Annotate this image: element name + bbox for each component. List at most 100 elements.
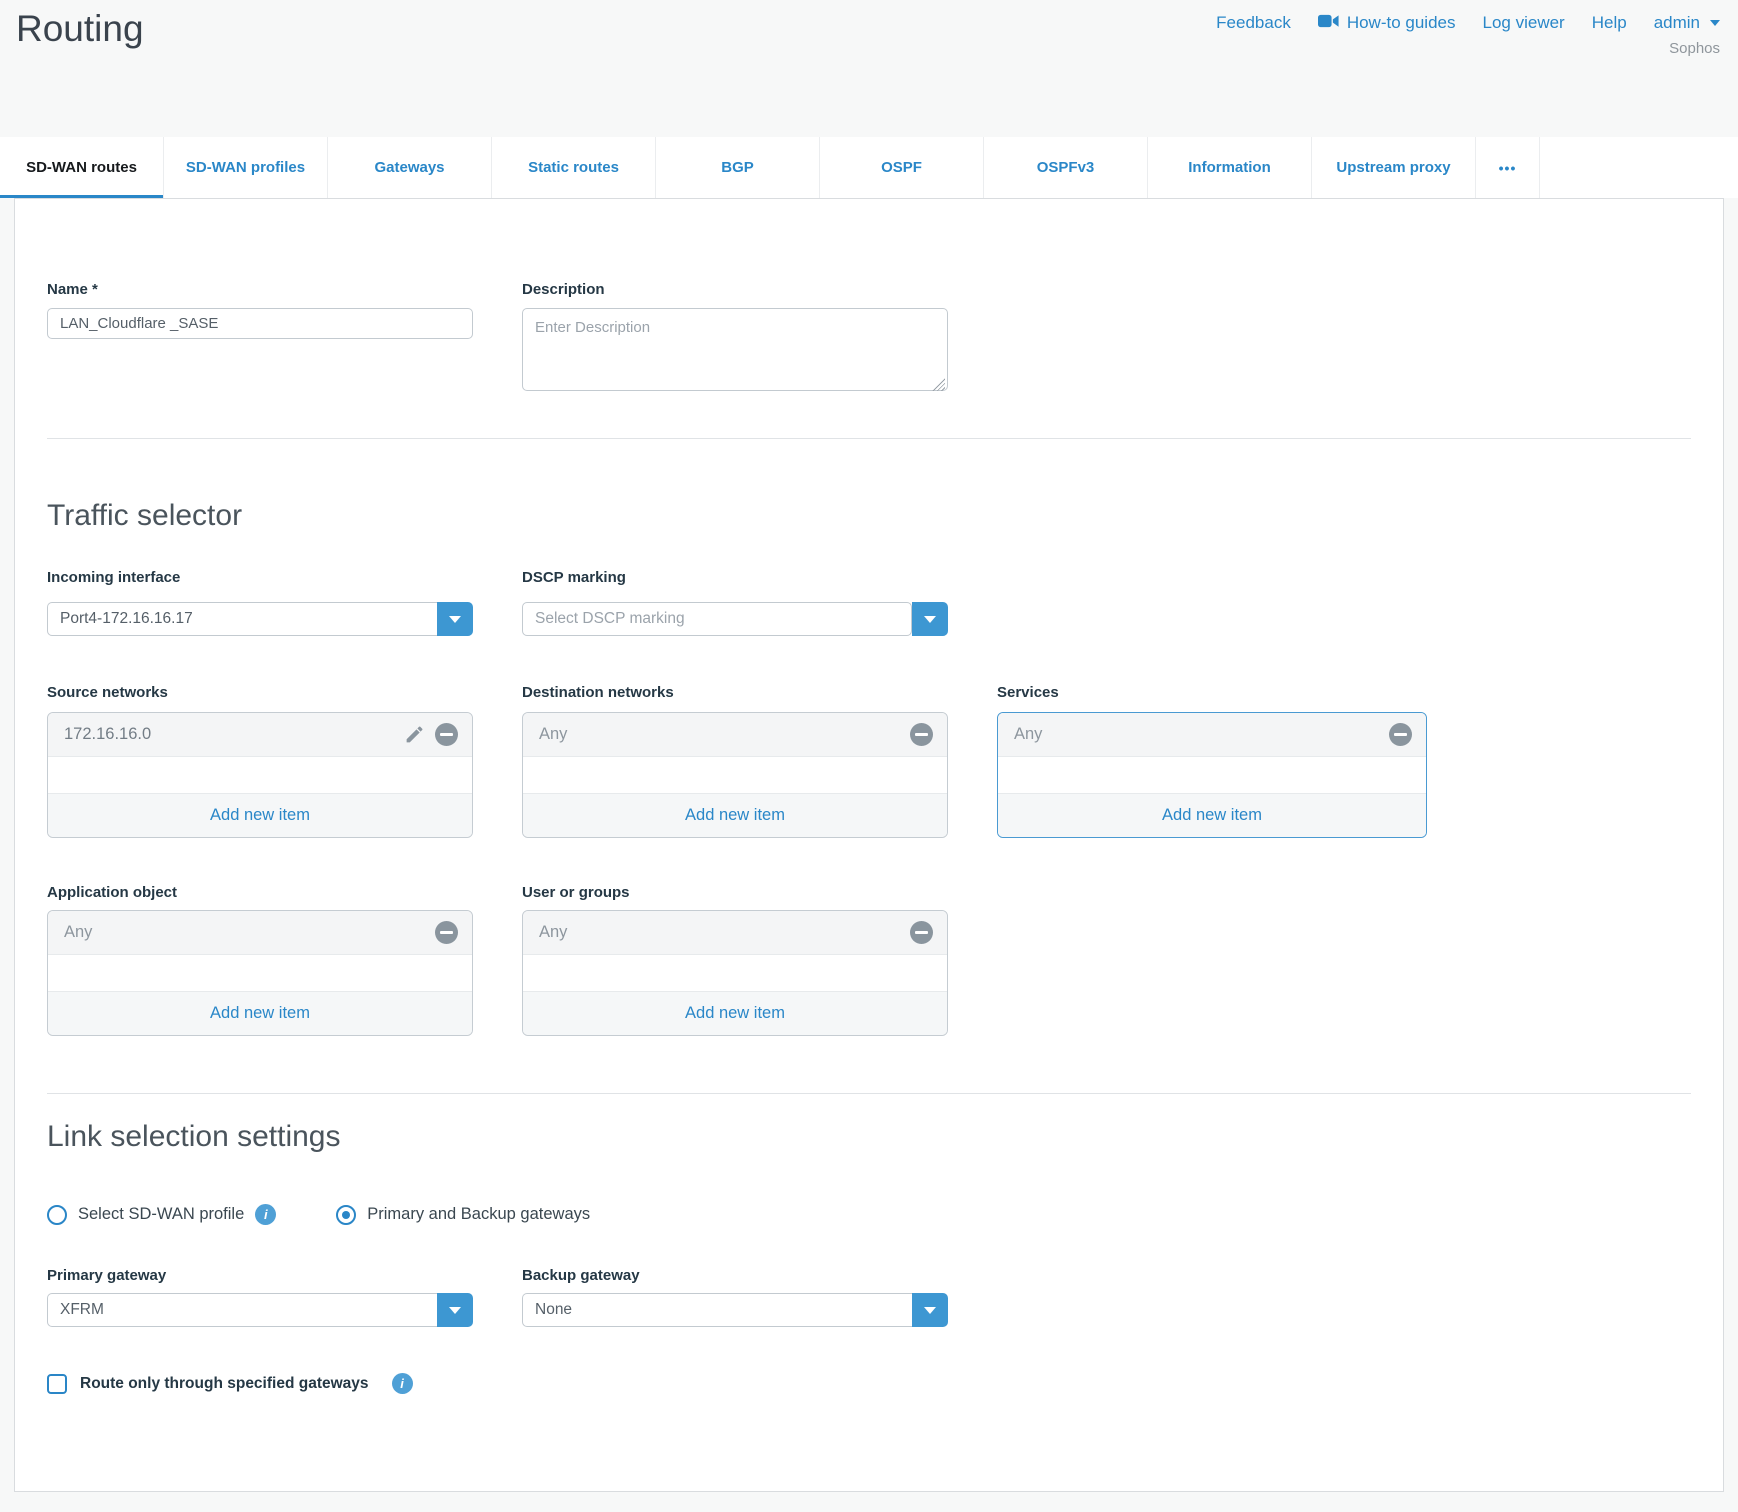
tab-overflow-button[interactable]: ••• [1476, 137, 1540, 198]
destination-networks-label: Destination networks [522, 684, 948, 701]
chevron-down-icon [449, 616, 461, 623]
radio-primary-backup-gateways[interactable]: Primary and Backup gateways [336, 1205, 590, 1225]
destination-network-item: Any [539, 725, 910, 744]
info-icon[interactable]: i [255, 1204, 276, 1225]
backup-gateway-label: Backup gateway [522, 1267, 948, 1284]
dscp-marking-select[interactable]: Select DSCP marking [522, 602, 948, 636]
remove-icon[interactable] [435, 921, 458, 944]
incoming-interface-dropdown-button[interactable] [437, 602, 473, 636]
tab-ospfv3[interactable]: OSPFv3 [984, 137, 1148, 198]
destination-networks-list: Any Add new item [522, 712, 948, 838]
feedback-link[interactable]: Feedback [1216, 13, 1291, 33]
source-networks-label: Source networks [47, 684, 473, 701]
backup-gateway-dropdown-button[interactable] [912, 1293, 948, 1327]
name-input[interactable] [47, 308, 473, 339]
incoming-interface-value: Port4-172.16.16.17 [47, 602, 437, 636]
tab-static-routes[interactable]: Static routes [492, 137, 656, 198]
route-only-label: Route only through specified gateways [80, 1375, 369, 1393]
chevron-down-icon [1710, 20, 1720, 26]
tab-information[interactable]: Information [1148, 137, 1312, 198]
primary-gateway-select[interactable]: XFRM [47, 1293, 473, 1327]
name-description-row: Name * Description [47, 281, 1691, 396]
description-textarea[interactable] [522, 308, 948, 391]
user-or-groups-item: Any [539, 923, 910, 942]
radio-label: Select SD-WAN profile [78, 1205, 244, 1224]
user-menu[interactable]: admin [1654, 13, 1720, 33]
primary-gateway-label: Primary gateway [47, 1267, 473, 1284]
section-divider [47, 438, 1691, 439]
chevron-down-icon [924, 616, 936, 623]
application-object-item: Any [64, 923, 435, 942]
info-icon[interactable]: i [392, 1373, 413, 1394]
list-item: Any [523, 713, 947, 757]
incoming-interface-select[interactable]: Port4-172.16.16.17 [47, 602, 473, 636]
chevron-down-icon [924, 1307, 936, 1314]
brand-label: Sophos [1669, 40, 1720, 57]
list-empty-area [48, 757, 472, 793]
destination-networks-add-button[interactable]: Add new item [523, 793, 947, 837]
tab-sdwan-profiles[interactable]: SD-WAN profiles [164, 137, 328, 198]
route-form-panel: Name * Description Traffic selector Inco… [14, 198, 1724, 1492]
description-field-group: Description [522, 281, 948, 396]
source-networks-list: 172.16.16.0 Add new item [47, 712, 473, 838]
tab-sdwan-routes[interactable]: SD-WAN routes [0, 137, 164, 198]
radio-button-icon[interactable] [336, 1205, 356, 1225]
name-label: Name * [47, 281, 473, 298]
radio-label: Primary and Backup gateways [367, 1205, 590, 1224]
radio-button-icon[interactable] [47, 1205, 67, 1225]
list-empty-area [998, 757, 1426, 793]
dscp-marking-dropdown-button[interactable] [912, 602, 948, 636]
remove-icon[interactable] [910, 723, 933, 746]
list-empty-area [523, 757, 947, 793]
services-label: Services [997, 684, 1427, 701]
tab-gateways[interactable]: Gateways [328, 137, 492, 198]
video-camera-icon [1318, 13, 1339, 33]
services-add-button[interactable]: Add new item [998, 793, 1426, 837]
list-item: Any [48, 911, 472, 955]
description-label: Description [522, 281, 948, 298]
tab-bgp[interactable]: BGP [656, 137, 820, 198]
primary-gateway-value: XFRM [47, 1293, 437, 1327]
user-or-groups-list: Any Add new item [522, 910, 948, 1036]
traffic-selector-heading: Traffic selector [47, 499, 1691, 533]
dscp-marking-label: DSCP marking [522, 569, 948, 586]
dscp-marking-placeholder: Select DSCP marking [522, 602, 912, 636]
list-item: Any [998, 713, 1426, 757]
tab-upstream-proxy[interactable]: Upstream proxy [1312, 137, 1476, 198]
source-networks-add-button[interactable]: Add new item [48, 793, 472, 837]
list-empty-area [523, 955, 947, 991]
application-object-label: Application object [47, 884, 473, 901]
primary-gateway-dropdown-button[interactable] [437, 1293, 473, 1327]
help-link[interactable]: Help [1592, 13, 1627, 33]
backup-gateway-value: None [522, 1293, 912, 1327]
incoming-interface-label: Incoming interface [47, 569, 473, 586]
tab-bar: SD-WAN routes SD-WAN profiles Gateways S… [0, 137, 1738, 198]
link-selection-heading: Link selection settings [47, 1120, 1691, 1154]
tab-ospf[interactable]: OSPF [820, 137, 984, 198]
name-field-group: Name * [47, 281, 473, 396]
application-object-list: Any Add new item [47, 910, 473, 1036]
remove-icon[interactable] [910, 921, 933, 944]
page-header: Routing Feedback How-to guides Log viewe… [0, 0, 1738, 137]
link-selection-radio-group: Select SD-WAN profile i Primary and Back… [47, 1204, 1691, 1225]
edit-icon[interactable] [404, 724, 425, 745]
user-or-groups-label: User or groups [522, 884, 948, 901]
source-network-item: 172.16.16.0 [64, 725, 404, 744]
log-viewer-link[interactable]: Log viewer [1483, 13, 1565, 33]
section-divider [47, 1093, 1691, 1094]
page-title: Routing [16, 8, 144, 50]
route-only-row: Route only through specified gateways i [47, 1373, 1691, 1394]
list-empty-area [48, 955, 472, 991]
chevron-down-icon [449, 1307, 461, 1314]
radio-select-sdwan-profile[interactable]: Select SD-WAN profile i [47, 1204, 276, 1225]
remove-icon[interactable] [435, 723, 458, 746]
user-or-groups-add-button[interactable]: Add new item [523, 991, 947, 1035]
top-navigation: Feedback How-to guides Log viewer Help a… [1216, 13, 1720, 33]
remove-icon[interactable] [1389, 723, 1412, 746]
list-item: 172.16.16.0 [48, 713, 472, 757]
howto-guides-link[interactable]: How-to guides [1318, 13, 1456, 33]
list-item: Any [523, 911, 947, 955]
backup-gateway-select[interactable]: None [522, 1293, 948, 1327]
application-object-add-button[interactable]: Add new item [48, 991, 472, 1035]
route-only-checkbox[interactable] [47, 1374, 67, 1394]
